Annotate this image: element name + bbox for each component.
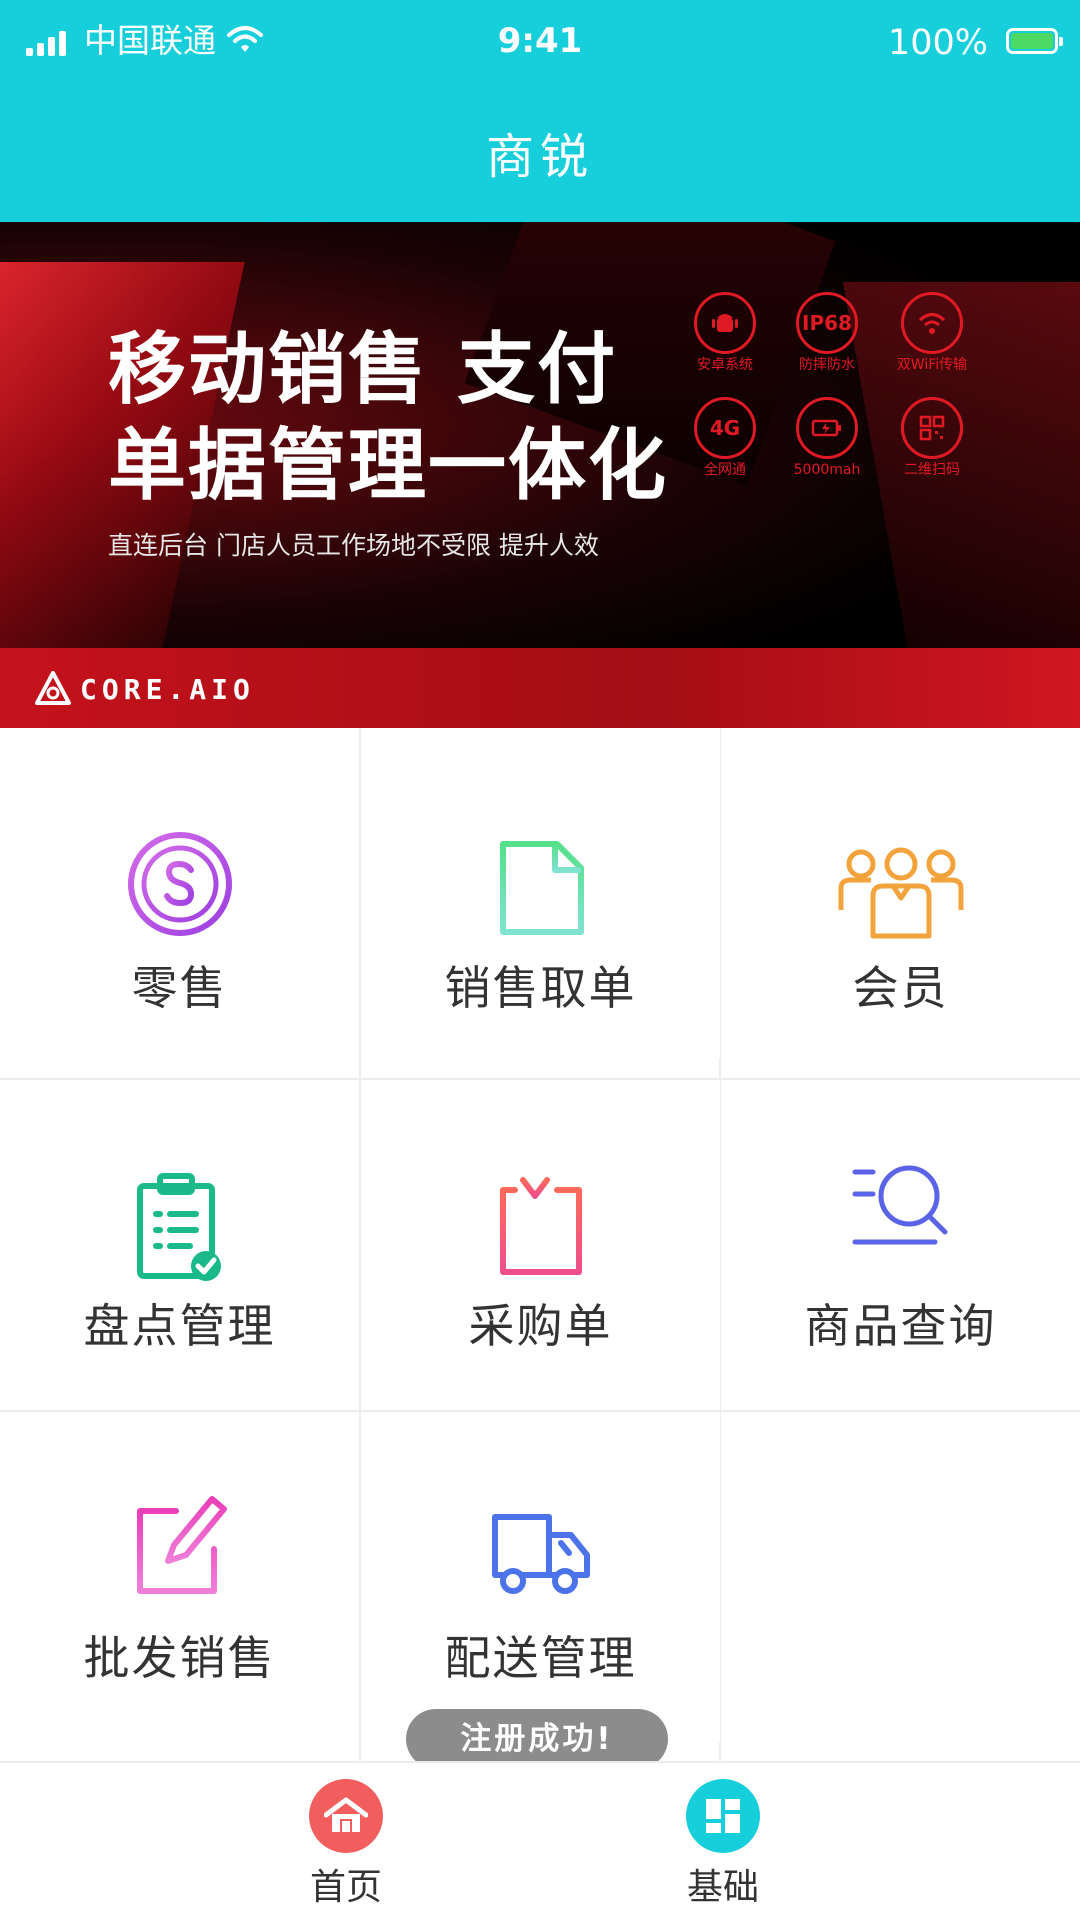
- battery-icon: [796, 397, 858, 459]
- bottom-tab-bar: 首页 基础: [0, 1761, 1080, 1920]
- menu-purchase-order[interactable]: 采购单: [361, 1080, 720, 1410]
- feature-qrcode: 二维扫码: [877, 397, 987, 481]
- menu-product-search-label: 商品查询: [804, 1299, 997, 1353]
- battery-icon: [1006, 28, 1063, 54]
- document-icon: [499, 841, 584, 935]
- android-icon: [694, 292, 756, 354]
- menu-purchase-order-label: 采购单: [468, 1299, 613, 1353]
- menu-sales-pickup-label: 销售取单: [444, 961, 637, 1015]
- banner-headline-2: 单据管理一体化: [108, 421, 669, 511]
- dashboard-icon: [686, 1779, 760, 1853]
- feature-ip68: IP68 防摔防水: [772, 292, 882, 376]
- brand-name: CORE.AIO: [80, 672, 255, 706]
- edit-icon: [136, 1496, 227, 1594]
- home-icon: [309, 1779, 383, 1853]
- menu-delivery[interactable]: 配送管理: [361, 1412, 720, 1742]
- menu-inventory[interactable]: 盘点管理: [0, 1080, 359, 1410]
- app-header: 中国联通 9:41 100% 商锐: [0, 0, 1080, 222]
- tab-basic-label: 基础: [686, 1867, 759, 1908]
- menu-wholesale[interactable]: 批发销售: [0, 1412, 359, 1742]
- search-list-icon: [852, 1165, 947, 1245]
- battery-percentage: 100%: [887, 23, 988, 63]
- feature-battery: 5000mah: [772, 397, 882, 481]
- ip68-icon: IP68: [796, 292, 858, 354]
- brand-mark-icon: [35, 671, 71, 705]
- status-bar: 中国联通 9:41 100%: [0, 0, 1080, 86]
- clipboard-check-icon: [136, 1173, 221, 1281]
- feature-android: 安卓系统: [670, 292, 780, 376]
- banner-headline: 移动销售 支付: [108, 325, 618, 415]
- menu-retail[interactable]: 零售: [0, 728, 359, 1058]
- menu-wholesale-label: 批发销售: [83, 1631, 276, 1685]
- menu-members-label: 会员: [852, 961, 949, 1015]
- tab-home[interactable]: 首页: [246, 1779, 446, 1913]
- menu-delivery-label: 配送管理: [444, 1631, 637, 1685]
- promo-banner[interactable]: 移动销售 支付 单据管理一体化 直连后台 门店人员工作场地不受限 提升人效 安卓…: [0, 222, 1080, 728]
- menu-members[interactable]: 会员: [721, 728, 1080, 1058]
- purchase-order-icon: [499, 1177, 582, 1275]
- truck-icon: [491, 1514, 590, 1594]
- dollar-coin-icon: [127, 832, 232, 936]
- feature-wifi: 双WiFi传输: [877, 292, 987, 376]
- members-icon: [838, 847, 963, 939]
- tab-home-label: 首页: [309, 1867, 382, 1908]
- banner-subline: 直连后台 门店人员工作场地不受限 提升人效: [108, 531, 599, 560]
- menu-empty-slot: [721, 1412, 1080, 1742]
- function-grid: 零售 销售取单 会员 盘点管理 采购单 商品查询 批发销售 配送管理: [0, 728, 1080, 1761]
- menu-retail-label: 零售: [131, 961, 228, 1015]
- 4g-icon: 4G: [694, 397, 756, 459]
- menu-inventory-label: 盘点管理: [83, 1299, 276, 1353]
- page-title: 商锐: [485, 129, 594, 185]
- tab-basic[interactable]: 基础: [623, 1779, 823, 1913]
- brand-logo: CORE.AIO: [34, 670, 255, 708]
- menu-sales-pickup[interactable]: 销售取单: [361, 728, 720, 1058]
- menu-product-search[interactable]: 商品查询: [721, 1080, 1080, 1410]
- wifi-icon: [901, 292, 963, 354]
- feature-4g: 4G 全网通: [670, 397, 780, 481]
- qrcode-icon: [901, 397, 963, 459]
- toast-message: 注册成功!: [406, 1709, 668, 1769]
